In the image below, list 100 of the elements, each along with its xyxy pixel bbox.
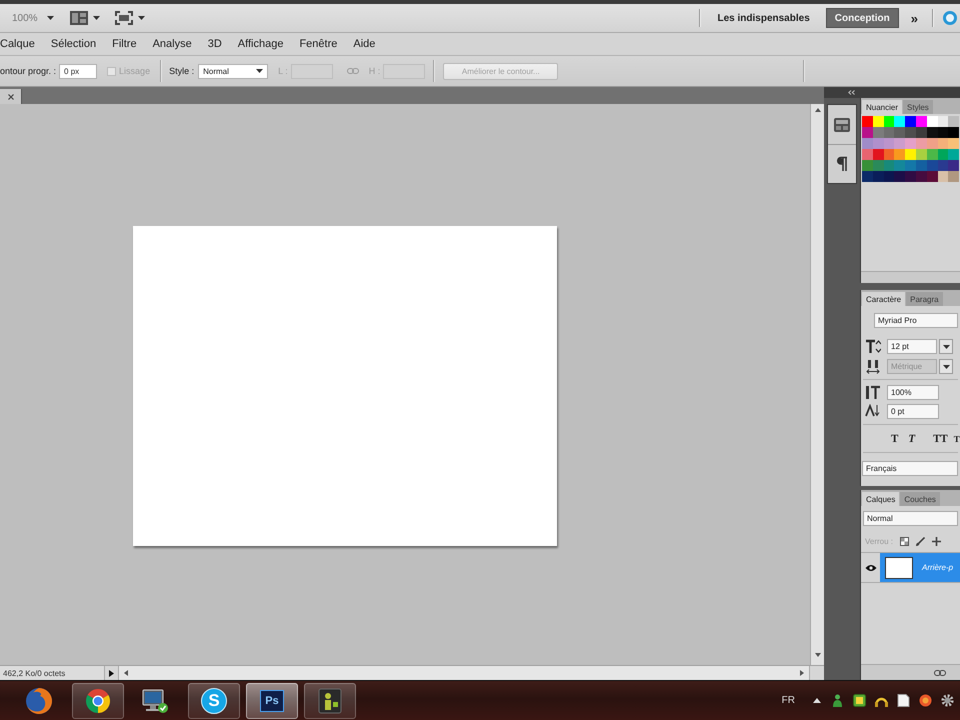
bold-button[interactable]: T [890, 432, 900, 446]
color-swatch[interactable] [862, 160, 873, 171]
color-swatch[interactable] [905, 116, 916, 127]
italic-button[interactable]: T [907, 432, 916, 446]
color-swatch[interactable] [862, 116, 873, 127]
feather-field[interactable]: 0 px [59, 64, 98, 78]
arrange-documents-button[interactable] [70, 8, 100, 28]
color-swatch[interactable] [926, 138, 938, 149]
panel-tab[interactable]: Nuancier [862, 100, 902, 114]
gear-icon[interactable] [941, 694, 954, 707]
up-arrow-icon[interactable] [814, 108, 820, 112]
more-workspaces-button[interactable]: » [906, 8, 922, 28]
panel-tab[interactable]: Caractère [862, 292, 906, 306]
color-swatch[interactable] [862, 127, 873, 138]
language-indicator[interactable]: FR [782, 695, 795, 706]
color-swatch[interactable] [884, 149, 894, 160]
menu-item[interactable]: Analyse [152, 38, 192, 50]
font-size-field[interactable]: 12 pt [887, 339, 937, 354]
dropdown-button[interactable] [939, 359, 953, 374]
menu-item[interactable]: 3D [208, 38, 222, 50]
menu-item[interactable]: Filtre [112, 38, 137, 50]
menu-item[interactable]: Aide [353, 38, 376, 50]
menu-item[interactable]: Affichage [238, 38, 284, 50]
color-swatch[interactable] [884, 171, 894, 182]
color-swatch[interactable] [884, 127, 894, 138]
left-arrow-icon[interactable] [124, 670, 128, 676]
color-swatch[interactable] [894, 138, 906, 149]
color-swatch[interactable] [948, 171, 960, 182]
square-icon[interactable] [900, 537, 910, 546]
color-swatch[interactable] [916, 160, 927, 171]
menu-item[interactable]: Sélection [50, 38, 96, 50]
color-swatch[interactable] [938, 116, 948, 127]
color-swatch[interactable] [938, 160, 948, 171]
color-swatch[interactable] [948, 149, 960, 160]
screen-mode-button[interactable] [114, 8, 145, 28]
color-swatch[interactable] [872, 138, 884, 149]
vertical-scrollbar[interactable] [810, 104, 824, 665]
move-icon[interactable] [932, 537, 942, 546]
style-dropdown[interactable]: Normal [198, 64, 268, 78]
dropdown-button[interactable] [939, 339, 953, 354]
panel-tab[interactable]: Styles [903, 100, 933, 114]
font-family-field[interactable]: Myriad Pro [874, 313, 958, 328]
down-arrow-icon[interactable] [814, 653, 820, 657]
color-swatch[interactable] [862, 138, 873, 149]
color-swatch[interactable] [926, 116, 938, 127]
horizontal-scrollbar[interactable] [118, 666, 810, 680]
page-icon[interactable] [897, 694, 910, 707]
color-swatch[interactable] [872, 127, 884, 138]
color-swatch[interactable] [894, 149, 906, 160]
color-swatch[interactable] [884, 116, 894, 127]
color-swatch[interactable] [916, 138, 927, 149]
eye-icon[interactable] [864, 564, 876, 572]
color-swatch[interactable] [948, 160, 960, 171]
disc-icon[interactable] [919, 694, 932, 707]
taskbar-button[interactable] [304, 682, 356, 718]
color-swatch[interactable] [926, 149, 938, 160]
brush-icon[interactable] [916, 537, 926, 546]
double-arrow-icon[interactable] [848, 90, 855, 95]
color-swatch[interactable] [884, 138, 894, 149]
color-swatch[interactable] [916, 127, 927, 138]
color-swatch[interactable] [872, 171, 884, 182]
color-swatch[interactable] [926, 171, 938, 182]
color-swatch[interactable] [926, 160, 938, 171]
color-swatch[interactable] [872, 116, 884, 127]
figure-icon[interactable] [831, 694, 844, 707]
document-tab[interactable] [0, 89, 22, 104]
color-swatch[interactable] [916, 171, 927, 182]
color-swatch[interactable] [916, 149, 927, 160]
color-swatch[interactable] [926, 127, 938, 138]
panel-tab[interactable]: Calques [862, 492, 900, 506]
color-swatch[interactable] [884, 160, 894, 171]
color-swatch[interactable] [894, 127, 906, 138]
color-swatch[interactable] [905, 171, 916, 182]
menu-item[interactable]: Calque [0, 38, 35, 50]
color-swatch[interactable] [948, 138, 960, 149]
taskbar-button[interactable]: Ps [246, 682, 298, 718]
small-caps-button[interactable]: T [952, 432, 960, 446]
right-arrow-icon[interactable] [800, 670, 804, 676]
up-arrow-icon[interactable] [813, 698, 821, 703]
color-swatch[interactable] [894, 116, 906, 127]
menu-item[interactable]: Fenêtre [299, 38, 338, 50]
vertical-scale-field[interactable]: 100% [887, 385, 939, 400]
close-icon[interactable] [8, 94, 14, 100]
color-swatch[interactable] [948, 116, 960, 127]
blend-mode-dropdown[interactable]: Normal [863, 511, 958, 526]
workspace-tab[interactable]: Les indispensables [710, 8, 818, 28]
color-swatch[interactable] [938, 127, 948, 138]
color-swatch[interactable] [862, 171, 873, 182]
color-swatch[interactable] [938, 149, 948, 160]
color-swatch[interactable] [905, 149, 916, 160]
language-dropdown[interactable]: Français [862, 461, 958, 476]
workspace-tab[interactable]: Conception [826, 8, 899, 28]
baseline-shift-field[interactable]: 0 pt [887, 404, 939, 419]
color-swatch[interactable] [938, 138, 948, 149]
taskbar-button[interactable] [72, 682, 124, 718]
color-swatch[interactable] [905, 138, 916, 149]
tile-icon[interactable] [853, 694, 866, 707]
all-caps-button[interactable]: TT [932, 432, 949, 446]
color-swatch[interactable] [862, 149, 873, 160]
color-swatch[interactable] [916, 116, 927, 127]
